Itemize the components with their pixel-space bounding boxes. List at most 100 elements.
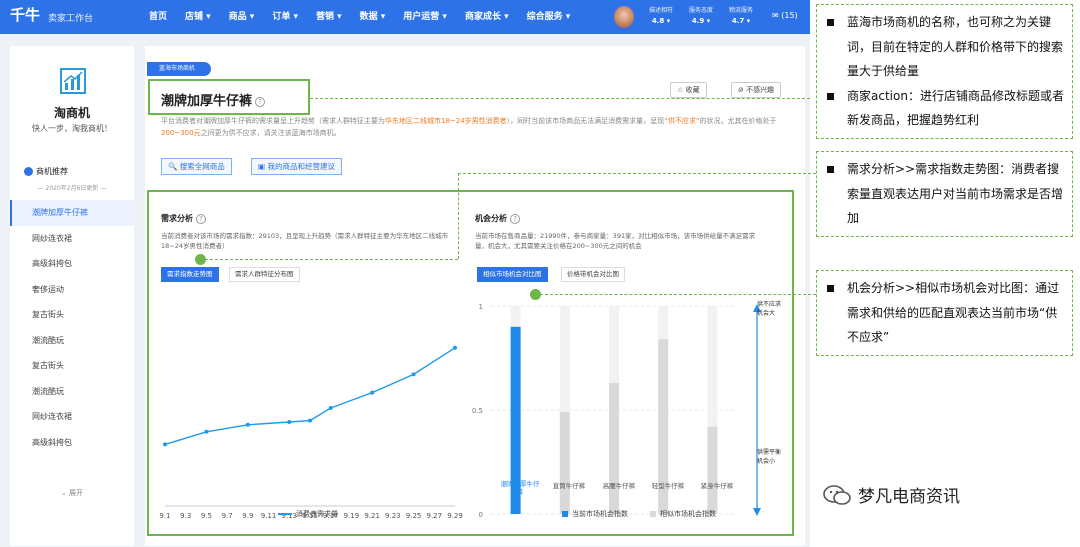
desc-highlight: 华东地区二线城市18~24岁男性消费者	[385, 117, 507, 125]
mail-icon[interactable]: ✉ (15)	[772, 11, 798, 20]
x-tick-label: 9.29	[447, 512, 463, 520]
stat-label: 描述相符	[648, 7, 673, 14]
bar[interactable]	[609, 382, 619, 514]
sidebar-item[interactable]: 高级斜挎包	[10, 251, 134, 277]
label-low-opportunity: 供需平衡 机会小	[757, 449, 782, 465]
avatar[interactable]	[614, 6, 634, 28]
demand-description: 当前消费者对该市场的需求指数：29103，且呈现上升趋势（需求人群特征主要为华东…	[161, 232, 449, 250]
stat-service[interactable]: 服务态度 4.9 ▾	[682, 5, 720, 25]
data-point[interactable]	[328, 406, 333, 410]
help-icon[interactable]: ?	[510, 213, 520, 224]
legend-similar-market: 相似市场机会指数	[650, 509, 716, 519]
legend-swatch-icon	[562, 511, 568, 517]
sidebar-item[interactable]: 复古街头	[10, 353, 134, 379]
x-tick-label: 9.5	[201, 512, 212, 520]
tab-price-band[interactable]: 价格带机会对比图	[561, 267, 625, 282]
nav-item[interactable]: 商家成长 ▾	[456, 0, 518, 34]
nav-item[interactable]: 营销 ▾	[307, 0, 351, 34]
stat-label: 服务态度	[688, 7, 713, 14]
bar[interactable]	[559, 412, 570, 514]
arrow-down-icon	[753, 508, 761, 516]
help-icon[interactable]: ?	[255, 96, 266, 107]
legend-label: 当前市场机会指数	[572, 510, 628, 518]
expand-button[interactable]: ⌄ 展开	[10, 488, 134, 498]
search-all-button[interactable]: 🔍 搜索全网商品	[161, 158, 232, 175]
recommend-icon	[24, 167, 33, 176]
data-point[interactable]	[370, 390, 375, 395]
nav-item[interactable]: 订单 ▾	[263, 0, 307, 34]
opportunity-description: 当前市场在售商品量：21990件，参与商家量：391家，对比相似市场，该市场供给…	[475, 232, 756, 250]
legend-current-market: 当前市场机会指数	[562, 509, 628, 519]
button-label: 我的商品和经营建议	[267, 162, 335, 171]
data-point[interactable]	[411, 372, 416, 377]
tab-demand-trend[interactable]: 需求指数走势图	[161, 267, 219, 282]
y-tick-label: 0	[479, 511, 483, 519]
data-point[interactable]	[287, 420, 292, 424]
tab-demand-crowd[interactable]: 需求人群特征分布图	[229, 267, 300, 282]
data-point[interactable]	[453, 345, 457, 350]
sidebar-list: 潮牌加厚牛仔裤 网纱连衣裙 高级斜挎包 奢侈运动 复古街头 潮流酷玩 复古街头 潮流酷玩 网纱连…	[10, 200, 134, 455]
connector-line	[540, 294, 816, 295]
desc-highlight: 200~300元	[161, 129, 201, 137]
sidebar-item[interactable]: 高级斜挎包	[10, 430, 134, 456]
sidebar-item[interactable]: 奢侈运动	[10, 277, 134, 303]
desc-text: 平台消费者对潮牌加厚牛仔裤的需求量呈上升趋势（需求人群特征主要为	[161, 117, 385, 125]
nav-item[interactable]: 首页	[140, 0, 176, 34]
section-opportunity-recommend: 商机推荐	[24, 166, 68, 177]
data-point[interactable]	[163, 442, 167, 447]
opportunity-title: 机会分析?	[475, 213, 520, 224]
bar[interactable]	[707, 426, 718, 514]
watermark-text: 梦凡电商资讯	[858, 487, 960, 507]
desc-text: ），同时当前该市场商品无法满足消费需求量，呈现	[506, 117, 665, 125]
y-tick-label: 1	[479, 303, 483, 311]
page-title: 潮牌加厚牛仔裤?	[161, 90, 266, 109]
sidebar-slogan: 快人一步，淘我商机！	[32, 124, 112, 133]
collect-button[interactable]: ☆ 收藏	[670, 82, 707, 98]
nav-item[interactable]: 综合服务 ▾	[518, 0, 580, 34]
legend-line-icon	[278, 513, 292, 515]
sidebar-item[interactable]: 潮牌加厚牛仔裤	[10, 200, 134, 226]
x-tick-label: 9.27	[426, 512, 442, 520]
stat-logistics[interactable]: 物流服务 4.7 ▾	[722, 5, 760, 25]
stat-description[interactable]: 描述相符 4.8 ▾	[642, 5, 680, 25]
nav-item[interactable]: 商品 ▾	[220, 0, 264, 34]
legend-label: 相似市场机会指数	[660, 510, 716, 518]
main-nav: 首页 店铺 ▾ 商品 ▾ 订单 ▾ 营销 ▾ 数据 ▾ 用户运营 ▾ 商家成长 ▾ 综合服务 ▾	[140, 0, 579, 34]
note-point: 需求分析>>需求指数走势图：消费者搜索量直观表达用户对当前市场需求是否增加	[825, 157, 1064, 231]
connector-line	[205, 259, 458, 260]
x-tick-label: 9.23	[385, 512, 401, 520]
connector-line	[458, 173, 459, 259]
data-point[interactable]	[245, 422, 250, 427]
x-tick-label: 9.11	[261, 512, 277, 520]
desc-highlight: “供不应求”	[664, 117, 700, 125]
not-interested-button[interactable]: ⊘ 不感兴趣	[731, 82, 782, 98]
label-high-opportunity: 供不应求 机会大	[757, 301, 782, 317]
sidebar-item[interactable]: 网纱连衣裙	[10, 404, 134, 430]
top-navigation-bar: 千牛 卖家工作台 首页 店铺 ▾ 商品 ▾ 订单 ▾ 营销 ▾ 数据 ▾ 用户运营 ▾ 商家成…	[0, 0, 810, 34]
data-point[interactable]	[204, 429, 209, 434]
sidebar-item[interactable]: 潮流酷玩	[10, 379, 134, 405]
annotation-note-2: 需求分析>>需求指数走势图：消费者搜索量直观表达用户对当前市场需求是否增加	[816, 151, 1073, 237]
nav-item[interactable]: 店铺 ▾	[176, 0, 220, 34]
tab-similar-market[interactable]: 相似市场机会对比图	[477, 267, 548, 282]
x-tick-label: 9.9	[242, 512, 253, 520]
nav-item[interactable]: 数据 ▾	[351, 0, 395, 34]
section-label: 商机推荐	[36, 167, 68, 176]
series-line	[164, 347, 456, 446]
sidebar-item[interactable]: 网纱连衣裙	[10, 226, 134, 252]
help-icon[interactable]: ?	[196, 213, 206, 224]
nav-item[interactable]: 用户运营 ▾	[394, 0, 456, 34]
demand-trend-chart: 9.1 9.3 9.5 9.7 9.9 9.11 9.13 9.15 9.17 9.19 9.21 9…	[159, 345, 463, 520]
advice-button[interactable]: ▣ 我的商品和经营建议	[251, 158, 342, 175]
button-label: 搜索全网商品	[179, 162, 225, 171]
sidebar-item[interactable]: 潮流酷玩	[10, 328, 134, 354]
chart-logo-icon	[60, 68, 86, 94]
sidebar-item[interactable]: 复古街头	[10, 302, 134, 328]
category-label: 紧身牛仔裤	[700, 482, 734, 490]
annotation-note-3: 机会分析>>相似市场机会对比图：通过需求和供给的匹配直观表达当前市场“供不应求”	[816, 270, 1073, 356]
x-tick-label: 9.1	[159, 512, 170, 520]
stat-value: 4.8 ▾	[651, 17, 671, 25]
note-point: 机会分析>>相似市场机会对比图：通过需求和供给的匹配直观表达当前市场“供不应求”	[825, 276, 1064, 350]
sidebar-title: 淘商机	[53, 106, 90, 120]
data-point[interactable]	[308, 418, 312, 423]
